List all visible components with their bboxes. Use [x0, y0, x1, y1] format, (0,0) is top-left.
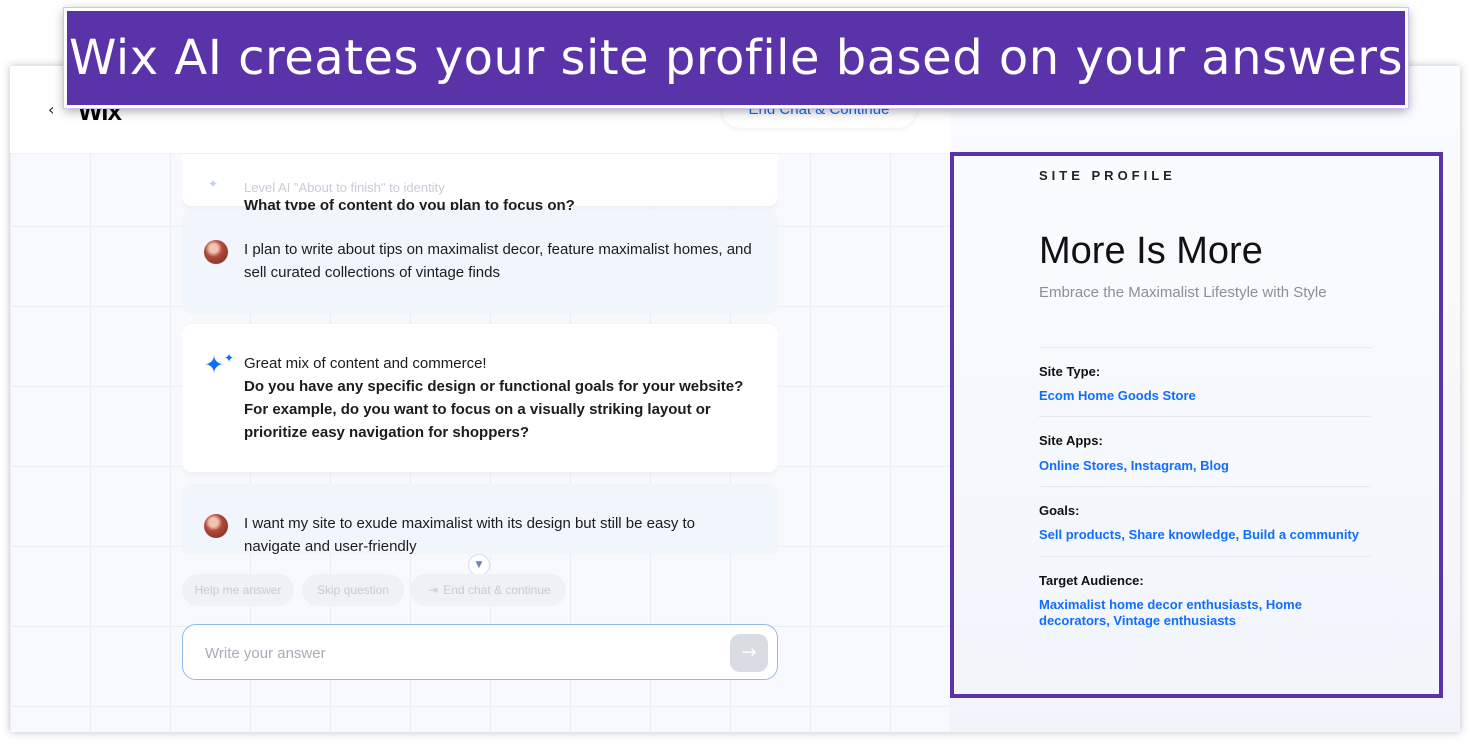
user-message-text: I plan to write about tips on maximalist…	[244, 241, 752, 281]
end-chat-chip-label: End chat & continue	[443, 583, 551, 597]
help-me-answer-chip[interactable]: Help me answer	[182, 574, 294, 606]
chevron-left-icon[interactable]: ‹	[48, 100, 54, 119]
site-type-label: Site Type:	[1039, 364, 1101, 379]
goals-label: Goals:	[1039, 503, 1080, 518]
answer-input[interactable]	[205, 639, 705, 667]
site-profile-subtitle: Embrace the Maximalist Lifestyle with St…	[1039, 284, 1327, 301]
site-profile-title: More Is More	[1039, 230, 1263, 272]
send-arrow-icon[interactable]: →	[730, 634, 768, 672]
skip-question-chip[interactable]: Skip question	[302, 574, 404, 606]
site-type-value[interactable]: Ecom Home Goods Store	[1039, 388, 1371, 404]
user-message: I want my site to exude maximalist with …	[182, 484, 778, 554]
target-audience-value[interactable]: Maximalist home decor enthusiasts, Home …	[1039, 597, 1371, 629]
user-message-text: I want my site to exude maximalist with …	[244, 515, 696, 554]
chat-thread[interactable]: ✦ Level AI "About to finish" to identity…	[182, 154, 778, 554]
ai-message: ✦ Level AI "About to finish" to identity…	[182, 154, 778, 214]
ai-message: ✦ ✦ Great mix of content and commerce! D…	[182, 324, 778, 472]
answer-box: →	[182, 624, 778, 680]
goals-value[interactable]: Sell products, Share knowledge, Build a …	[1039, 527, 1371, 543]
site-apps-label: Site Apps:	[1039, 433, 1103, 448]
divider	[1039, 416, 1371, 417]
sparkle-icon: ✦	[208, 177, 219, 191]
ai-message-intro: Great mix of content and commerce!	[244, 355, 487, 372]
scroll-down-icon[interactable]: ▼	[468, 554, 490, 576]
user-avatar	[204, 514, 228, 538]
divider	[1039, 556, 1371, 557]
caption-banner: Wix AI creates your site profile based o…	[63, 7, 1409, 109]
site-apps-value[interactable]: Online Stores, Instagram, Blog	[1039, 458, 1371, 474]
sparkle-small-icon: ✦	[224, 351, 235, 365]
user-message: I plan to write about tips on maximalist…	[182, 210, 778, 314]
divider	[1039, 486, 1371, 487]
ai-question: Do you have any specific design or funct…	[244, 378, 744, 441]
target-audience-label: Target Audience:	[1039, 573, 1144, 588]
site-profile-label: SITE PROFILE	[1039, 168, 1176, 183]
divider	[1039, 347, 1371, 348]
exit-icon: ⇥	[428, 583, 439, 597]
sparkle-icon: ✦	[204, 352, 225, 379]
user-avatar	[204, 240, 228, 264]
end-chat-chip[interactable]: ⇥ End chat & continue	[410, 574, 566, 606]
